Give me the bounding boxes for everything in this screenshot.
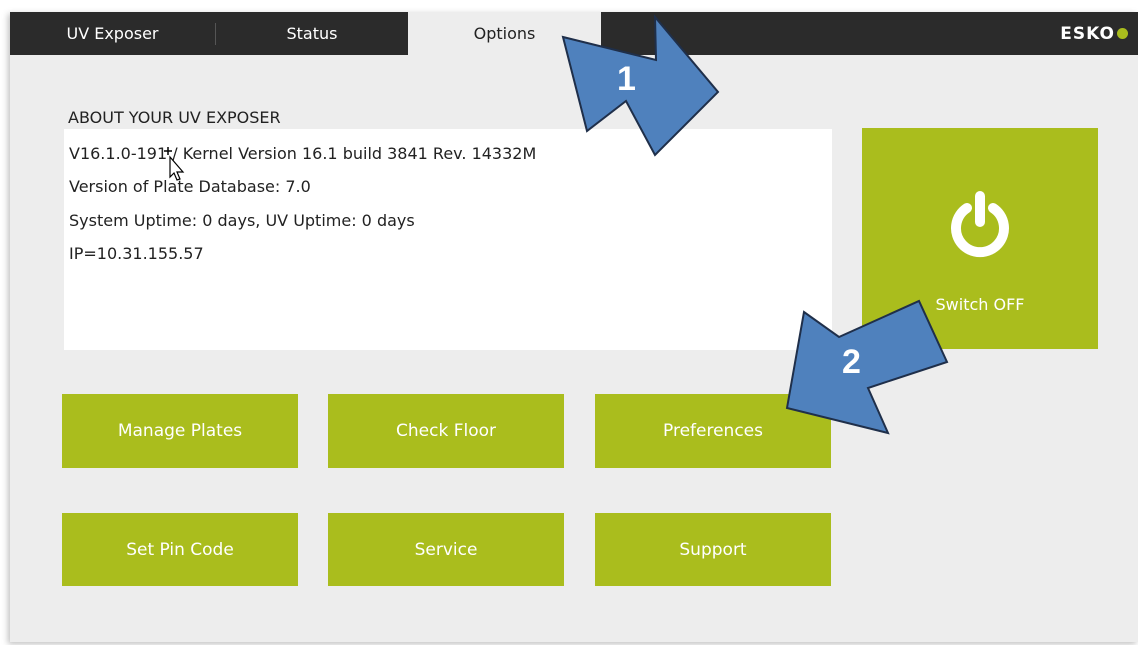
callout-number-1: 1 <box>617 60 636 98</box>
callout-overlay <box>561 14 949 435</box>
callout-arrow-1-icon <box>561 14 720 157</box>
callout-number-2: 2 <box>842 343 861 381</box>
callout-arrow-2-icon <box>785 299 949 435</box>
